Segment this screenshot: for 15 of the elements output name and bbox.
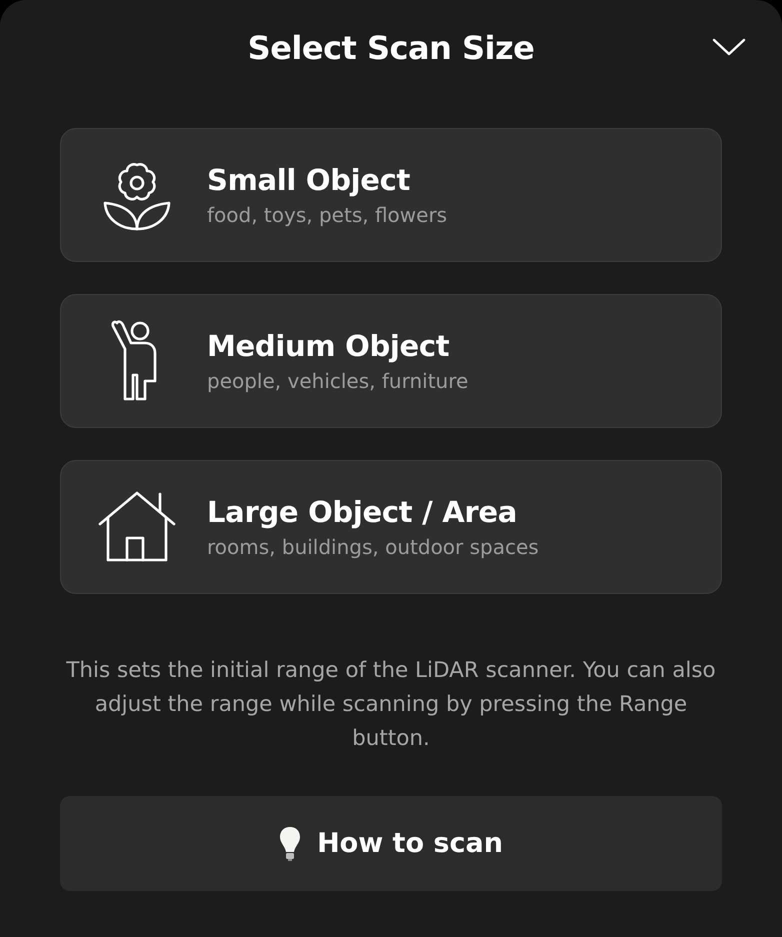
sheet-title: Select Scan Size <box>248 29 534 67</box>
info-text: This sets the initial range of the LiDAR scanner. You can also adjust the range while scanning by pressing the Range button. <box>65 657 717 753</box>
option-description: food, toys, pets, flowers <box>207 203 448 227</box>
scan-size-option[interactable]: Medium Object people, vehicles, furniture <box>60 294 722 428</box>
scan-size-option[interactable]: Small Object food, toys, pets, flowers <box>60 128 722 262</box>
how-to-scan-button[interactable]: How to scan <box>60 796 722 891</box>
option-description: people, vehicles, furniture <box>207 369 468 393</box>
light-bulb-icon <box>279 826 302 862</box>
chevron-down-icon[interactable] <box>712 37 746 57</box>
option-title: Small Object <box>207 163 412 197</box>
option-title: Medium Object <box>207 329 450 363</box>
house-icon <box>98 490 176 564</box>
option-description: rooms, buildings, outdoor spaces <box>207 535 539 559</box>
scan-size-option[interactable]: Large Object / Area rooms, buildings, outdoor spaces <box>60 460 722 594</box>
option-title: Large Object / Area <box>207 495 518 529</box>
